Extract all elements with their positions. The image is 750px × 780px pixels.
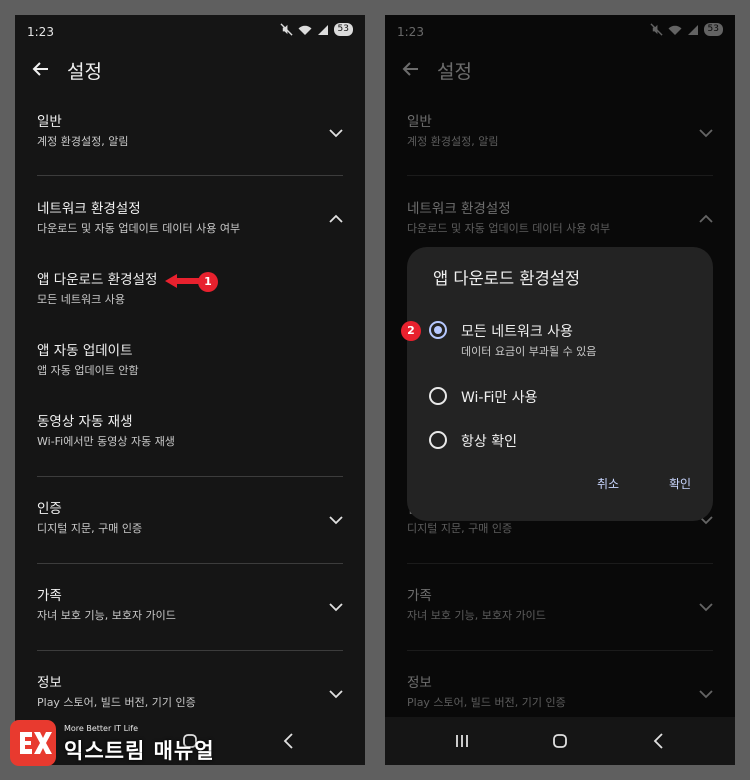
divider	[37, 563, 343, 564]
settings-item-auto-update[interactable]: 앱 자동 업데이트 앱 자동 업데이트 안함	[37, 342, 343, 378]
ex-mark-icon	[20, 732, 52, 754]
chevron-down-icon[interactable]	[329, 513, 343, 527]
settings-item-video-autoplay[interactable]: 동영상 자동 재생 Wi-Fi에서만 동영상 자동 재생	[37, 413, 343, 449]
status-bar: 1:23 53	[15, 15, 365, 51]
recents-icon[interactable]	[453, 732, 471, 750]
divider	[37, 476, 343, 477]
app-bar: 설정	[15, 53, 365, 89]
settings-item-general[interactable]: 일반 계정 환경설정, 알림	[37, 113, 343, 149]
step-badge-2: 2	[401, 321, 421, 341]
signal-icon	[317, 24, 328, 35]
settings-item-family[interactable]: 가족 자녀 보호 기능, 보호자 가이드	[37, 587, 343, 623]
app-download-dialog: 앱 다운로드 환경설정 모든 네트워크 사용 데이터 요금이 부과될 수 있음 …	[407, 247, 713, 521]
logo-icon	[10, 720, 56, 766]
mute-icon	[279, 23, 293, 36]
chevron-down-icon[interactable]	[329, 126, 343, 140]
confirm-button[interactable]: 확인	[669, 475, 691, 492]
watermark-logo: More Better IT Life 익스트림 매뉴얼	[6, 716, 236, 778]
arrow-left-icon[interactable]	[31, 59, 51, 79]
page-title: 설정	[67, 61, 102, 83]
step-badge-1: 1	[198, 272, 218, 292]
right-phone-screen: 1:23 53 설정 일반 계정 환경설정, 알림 네트워크 환경설정 다운로드…	[385, 15, 735, 765]
status-time: 1:23	[27, 25, 54, 39]
radio-selected[interactable]	[429, 321, 447, 339]
settings-item-auth[interactable]: 인증 디지털 지문, 구매 인증	[37, 500, 343, 536]
battery-icon: 53	[333, 23, 353, 36]
divider	[37, 650, 343, 651]
dialog-title: 앱 다운로드 환경설정	[433, 269, 581, 288]
watermark-name: 익스트림 매뉴얼	[64, 739, 215, 763]
cancel-button[interactable]: 취소	[597, 475, 619, 492]
chevron-up-icon[interactable]	[329, 212, 343, 226]
watermark-tagline: More Better IT Life	[64, 724, 139, 733]
radio-unselected[interactable]	[429, 387, 447, 405]
back-icon[interactable]	[650, 732, 668, 750]
home-icon[interactable]	[551, 732, 569, 750]
back-icon[interactable]	[280, 732, 298, 750]
left-phone-screen: 1:23 53 설정 일반 계정 환경설정, 알림 네트워크 환경설정 다운로드…	[15, 15, 365, 765]
wifi-icon	[298, 25, 312, 35]
navigation-bar	[385, 717, 735, 765]
settings-item-network[interactable]: 네트워크 환경설정 다운로드 및 자동 업데이트 데이터 사용 여부	[37, 200, 343, 236]
chevron-down-icon[interactable]	[329, 687, 343, 701]
chevron-down-icon[interactable]	[329, 600, 343, 614]
divider	[37, 175, 343, 176]
radio-unselected[interactable]	[429, 431, 447, 449]
settings-item-info[interactable]: 정보 Play 스토어, 빌드 버전, 기기 인증	[37, 674, 343, 710]
